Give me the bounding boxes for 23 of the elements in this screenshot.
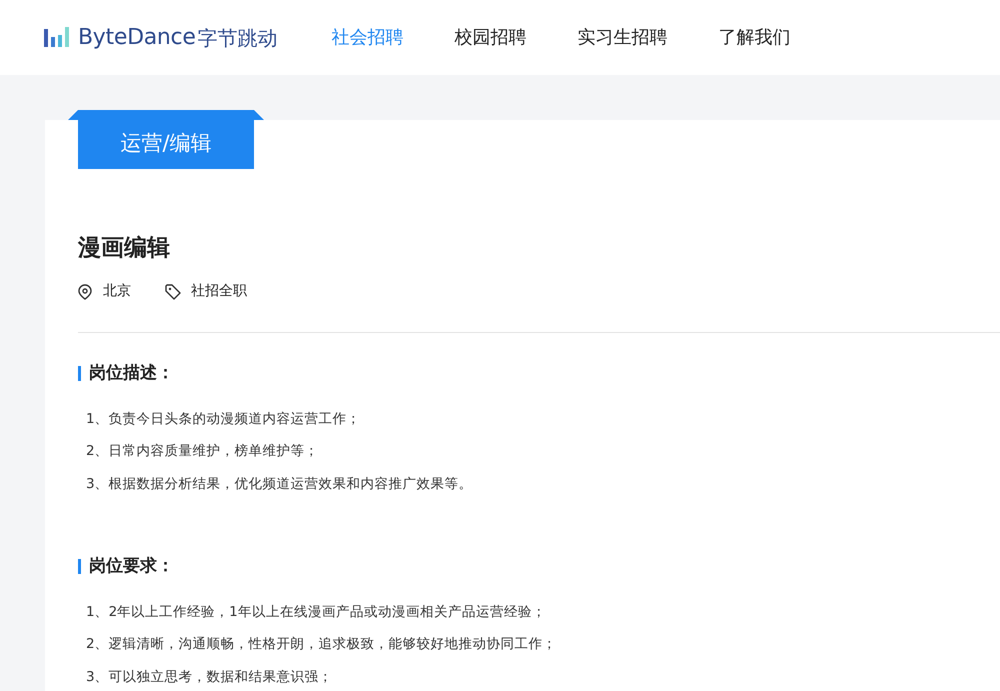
- nav-tab[interactable]: 校园招聘: [454, 24, 527, 51]
- list-item: 2、逻辑清晰，沟通顺畅，性格开朗，追求极致，能够较好地推动协同工作；: [86, 635, 558, 654]
- tag-icon: [165, 284, 181, 300]
- job-location: 北京: [103, 282, 131, 301]
- list-item: 1、负责今日头条的动漫频道内容运营工作；: [86, 410, 362, 428]
- nav-tab[interactable]: 实习生招聘: [578, 24, 668, 51]
- list-item: 1、2年以上工作经验，1年以上在线漫画产品或动漫画相关产品运营经验；: [86, 602, 547, 622]
- section-heading: 岗位要求：: [89, 555, 174, 578]
- heading-marker: [78, 366, 81, 382]
- list-item: 2、日常内容质量维护，榜单维护等；: [86, 442, 320, 461]
- brand-name: ByteDance: [78, 24, 196, 52]
- nav-tab[interactable]: 了解我们: [718, 24, 791, 51]
- list-item: 3、根据数据分析结果，优化频道运营效果和内容推广效果等。: [86, 474, 474, 494]
- category-tag: 运营/编辑: [78, 120, 254, 168]
- list-item: 3、可以独立思考，数据和结果意识强；: [86, 668, 334, 686]
- heading-marker: [78, 559, 81, 574]
- location-pin-icon: [78, 284, 92, 300]
- job-type: 社招全职: [191, 282, 247, 301]
- section-heading: 岗位描述：: [89, 362, 174, 385]
- job-title: 漫画编辑: [78, 234, 171, 262]
- logo-icon: [44, 26, 70, 48]
- nav-tab[interactable]: 社会招聘: [332, 24, 404, 51]
- brand-name: 字节跳动: [198, 24, 278, 52]
